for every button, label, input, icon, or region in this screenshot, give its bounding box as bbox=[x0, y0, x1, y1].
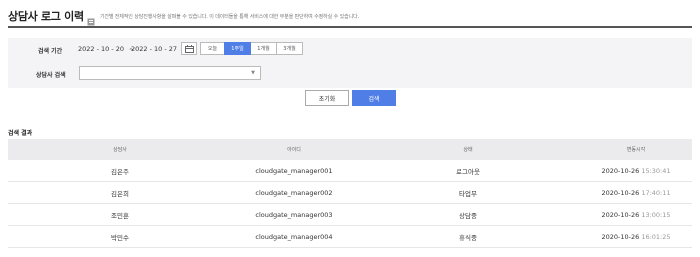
column-header-time: 변동시각 bbox=[626, 147, 646, 153]
calendar-icon bbox=[184, 44, 194, 53]
period-selector: 오늘 1주일 1개월 3개월 bbox=[200, 42, 303, 55]
table-row[interactable]: 김은주 cloudgate_manager001 로그아웃 2020-10-26… bbox=[8, 160, 692, 182]
period-1month-button[interactable]: 1개월 bbox=[250, 42, 277, 55]
table-row[interactable]: 박민수 cloudgate_manager004 휴식중 2020-10-26 … bbox=[8, 226, 692, 248]
column-header-agent: 상담사 bbox=[113, 147, 127, 153]
agent-status: 상담중 bbox=[459, 211, 477, 220]
page-description: 기간별 전체적인 상담진행사항을 살펴볼 수 있습니다. 이 데이터들을 통해 … bbox=[99, 13, 360, 20]
agent-select[interactable]: ▼ bbox=[79, 66, 261, 80]
period-label: 검색 기간 bbox=[38, 48, 63, 55]
calendar-button[interactable] bbox=[181, 42, 197, 55]
chevron-down-icon: ▼ bbox=[251, 70, 255, 76]
agent-search-label: 상담사 검색 bbox=[36, 72, 66, 79]
agent-id: cloudgate_manager004 bbox=[255, 232, 333, 241]
agent-status: 로그아웃 bbox=[456, 167, 480, 176]
period-today-button[interactable]: 오늘 bbox=[200, 42, 225, 55]
agent-name: 김은희 bbox=[111, 189, 129, 198]
agent-status: 타업무 bbox=[459, 189, 477, 198]
help-icon[interactable] bbox=[87, 11, 95, 26]
agent-id: cloudgate_manager002 bbox=[255, 188, 333, 197]
result-table: 상담사 아이디 상태 변동시각 김은주 cloudgate_manager001… bbox=[8, 139, 692, 248]
table-header: 상담사 아이디 상태 변동시각 bbox=[8, 139, 692, 160]
change-time: 2020-10-26 15:30:41 bbox=[601, 166, 671, 175]
search-button[interactable]: 검색 bbox=[352, 90, 396, 106]
change-time: 2020-10-26 13:00:15 bbox=[601, 210, 671, 219]
period-1week-button[interactable]: 1주일 bbox=[224, 42, 251, 55]
change-time: 2020-10-26 16:01:25 bbox=[601, 232, 671, 241]
reset-button[interactable]: 초기화 bbox=[305, 90, 349, 106]
page-header: 상담사 로그 이력 기간별 전체적인 상담진행사항을 살펴볼 수 있습니다. 이… bbox=[8, 6, 692, 28]
column-header-status: 상태 bbox=[463, 147, 473, 153]
agent-name: 박민수 bbox=[111, 233, 129, 242]
table-row[interactable]: 조민훈 cloudgate_manager003 상담중 2020-10-26 … bbox=[8, 204, 692, 226]
agent-id: cloudgate_manager003 bbox=[255, 210, 333, 219]
agent-name: 김은주 bbox=[111, 167, 129, 176]
agent-name: 조민훈 bbox=[111, 211, 129, 220]
column-header-id: 아이디 bbox=[287, 147, 301, 153]
agent-status: 휴식중 bbox=[459, 233, 477, 242]
period-3month-button[interactable]: 3개월 bbox=[276, 42, 303, 55]
end-date-input[interactable]: 2022 - 10 - 27 bbox=[131, 45, 177, 53]
page-title: 상담사 로그 이력 bbox=[8, 10, 84, 23]
table-row[interactable]: 김은희 cloudgate_manager002 타업무 2020-10-26 … bbox=[8, 182, 692, 204]
search-filter-panel: 검색 기간 2022 - 10 - 20 ~ 2022 - 10 - 27 오늘… bbox=[8, 38, 692, 88]
agent-id: cloudgate_manager001 bbox=[255, 166, 333, 175]
change-time: 2020-10-26 17:40:11 bbox=[601, 188, 671, 197]
start-date-input[interactable]: 2022 - 10 - 20 bbox=[78, 45, 124, 53]
result-title: 검색 결과 bbox=[8, 130, 33, 137]
